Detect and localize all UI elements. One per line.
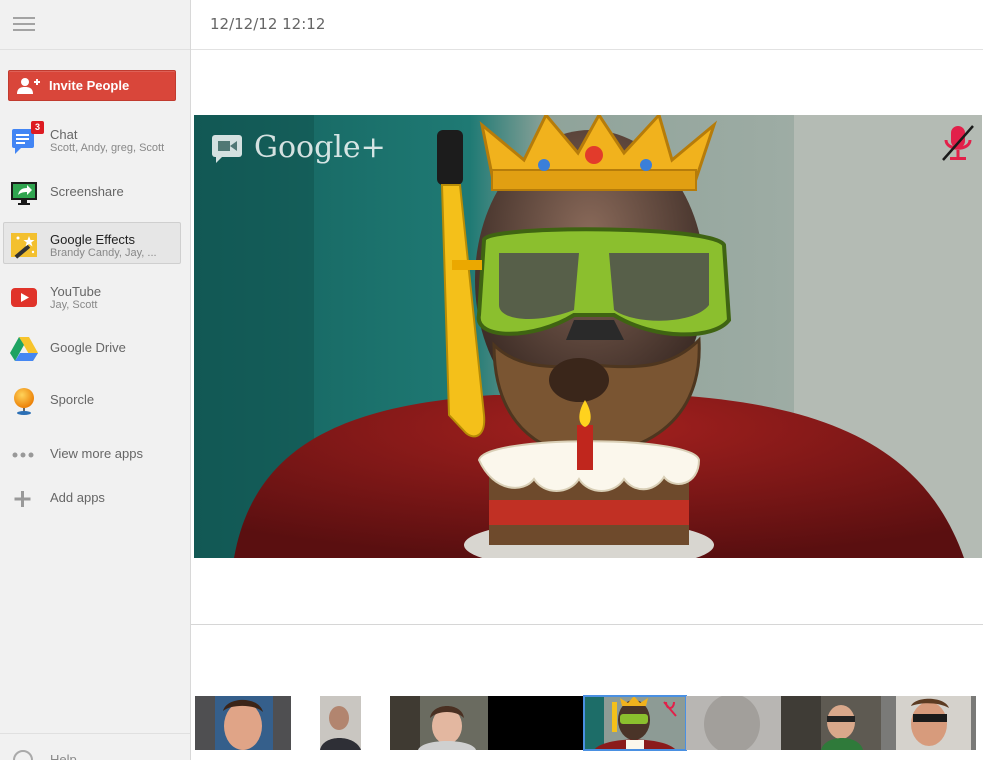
- participant-thumbnail[interactable]: [488, 696, 584, 750]
- microphone-muted-icon: [940, 123, 976, 163]
- session-timestamp: 12/12/12 12:12: [210, 15, 326, 33]
- sidebar: Invite People 3 Chat Scott, Andy, greg, …: [0, 0, 191, 760]
- sidebar-item-label: Chat: [50, 127, 78, 142]
- sidebar-item-label: YouTube: [50, 284, 102, 299]
- sidebar-item-label: View more apps: [50, 446, 143, 461]
- watermark-text: Google+: [254, 130, 386, 165]
- chat-unread-badge: 3: [31, 121, 44, 134]
- participant-thumbnail-active[interactable]: [583, 695, 687, 751]
- participant-thumbnail[interactable]: [390, 696, 488, 750]
- sidebar-divider: [0, 49, 190, 50]
- sidebar-item-screenshare[interactable]: Screenshare: [3, 170, 181, 212]
- effects-wand-icon: [9, 230, 39, 260]
- sidebar-item-label: Google Effects: [50, 232, 136, 247]
- main-video-feed[interactable]: [194, 115, 982, 558]
- hamburger-menu-icon[interactable]: [13, 17, 35, 33]
- hangout-camera-icon: [212, 135, 244, 171]
- invite-people-button[interactable]: Invite People: [8, 70, 176, 101]
- drive-icon: [9, 334, 39, 364]
- sidebar-item-chat[interactable]: 3 Chat Scott, Andy, greg, Scott: [3, 117, 181, 159]
- sidebar-item-label: Sporcle: [50, 392, 95, 407]
- participant-filmstrip: [191, 695, 983, 752]
- sidebar-item-add-apps[interactable]: Add apps: [3, 476, 181, 518]
- participant-thumbnail[interactable]: [320, 696, 361, 750]
- sidebar-item-sporcle[interactable]: Sporcle: [3, 378, 181, 420]
- participant-thumbnail[interactable]: [686, 696, 781, 750]
- sidebar-item-google-effects[interactable]: Google Effects Brandy Candy, Jay, ...: [3, 222, 181, 264]
- help-link[interactable]: Help: [0, 742, 190, 760]
- more-dots-icon: [9, 440, 39, 470]
- participant-thumbnail[interactable]: [881, 696, 976, 750]
- help-circle-icon: [13, 750, 33, 760]
- participant-thumbnail[interactable]: [781, 696, 881, 750]
- goggles-effect: [476, 227, 732, 340]
- sidebar-item-label: Add apps: [50, 490, 105, 505]
- youtube-icon: [9, 282, 39, 312]
- video-frame-illustration: [194, 115, 982, 558]
- sidebar-item-view-more-apps[interactable]: View more apps: [3, 432, 181, 474]
- invite-people-label: Invite People: [49, 78, 130, 93]
- sidebar-item-participants: Brandy Candy, Jay, ...: [50, 247, 157, 259]
- sidebar-item-participants: Jay, Scott: [50, 299, 98, 311]
- help-label: Help: [50, 752, 77, 760]
- sporcle-icon: [9, 386, 39, 416]
- filmstrip-divider: [191, 624, 983, 625]
- participant-thumbnail[interactable]: [195, 696, 291, 750]
- plus-icon: [9, 484, 39, 514]
- sidebar-item-participants: Scott, Andy, greg, Scott: [50, 142, 165, 154]
- sidebar-item-google-drive[interactable]: Google Drive: [3, 326, 181, 368]
- sidebar-item-youtube[interactable]: YouTube Jay, Scott: [3, 274, 181, 316]
- sidebar-item-label: Google Drive: [50, 340, 126, 355]
- header-divider: [191, 49, 983, 50]
- sidebar-divider: [0, 733, 190, 734]
- sidebar-item-label: Screenshare: [50, 184, 124, 199]
- add-person-icon: [17, 77, 41, 100]
- screenshare-icon: [9, 178, 39, 208]
